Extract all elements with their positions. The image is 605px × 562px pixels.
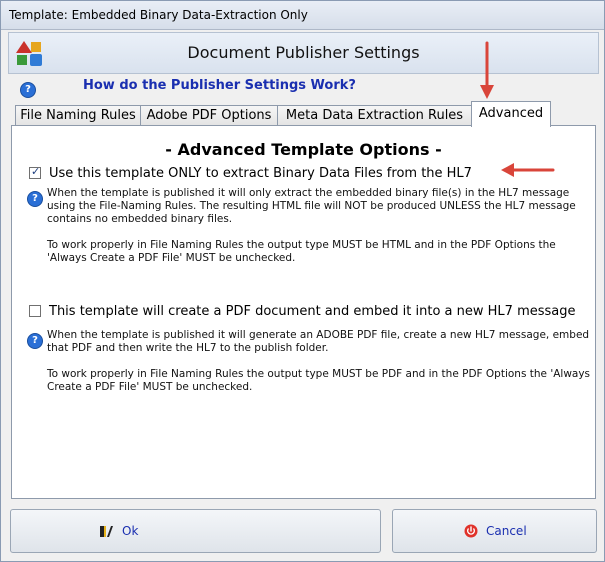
tab-file-naming-rules[interactable]: File Naming Rules [15,105,141,126]
create-pdf-note-text: When the template is published it will g… [47,329,590,354]
annotation-arrow-left [501,163,555,177]
tab-label: File Naming Rules [20,108,136,123]
create-pdf-label: This template will create a PDF document… [49,304,576,319]
info-icon: ? [28,334,42,348]
dialog-heading: Document Publisher Settings [187,43,420,62]
tab-adobe-pdf-options[interactable]: Adobe PDF Options [140,105,278,126]
cancel-icon [464,524,478,538]
extract-binary-label: Use this template ONLY to extract Binary… [49,166,472,181]
help-link[interactable]: How do the Publisher Settings Work? [83,78,356,93]
dialog-footer: Ok Cancel [8,509,597,553]
advanced-tab-panel: - Advanced Template Options - ✓ Use this… [11,125,596,499]
annotation-arrow-down [480,41,494,99]
header-banner: Document Publisher Settings [8,32,599,74]
extract-binary-requirements: To work properly in File Naming Rules th… [47,239,556,264]
help-row: ? How do the Publisher Settings Work? [21,77,356,97]
ok-button[interactable]: Ok [10,509,381,553]
window-title: Template: Embedded Binary Data-Extractio… [9,8,308,22]
help-icon[interactable]: ? [21,83,35,97]
tab-meta-data-extraction-rules[interactable]: Meta Data Extraction Rules [277,105,472,126]
section-title: - Advanced Template Options - [165,140,442,159]
extract-binary-note: When the template is published it will o… [47,187,592,265]
extract-binary-note-text: When the template is published it will o… [47,187,576,225]
cancel-label: Cancel [486,524,527,538]
ok-label: Ok [122,524,139,538]
create-pdf-note: When the template is published it will g… [47,329,592,394]
tab-label: Meta Data Extraction Rules [285,108,464,123]
tab-advanced[interactable]: Advanced [471,101,551,127]
checkmark-icon: ✓ [31,165,41,178]
dialog-window: Template: Embedded Binary Data-Extractio… [0,0,605,562]
info-icon: ? [28,192,42,206]
cancel-button[interactable]: Cancel [392,509,597,553]
tab-label: Adobe PDF Options [146,108,272,123]
tab-label: Advanced [478,106,544,121]
title-bar[interactable]: Template: Embedded Binary Data-Extractio… [1,1,604,30]
create-pdf-requirements: To work properly in File Naming Rules th… [47,368,591,393]
create-pdf-checkbox[interactable] [29,305,41,317]
extract-binary-checkbox[interactable]: ✓ [29,165,41,179]
ok-icon [100,526,113,537]
